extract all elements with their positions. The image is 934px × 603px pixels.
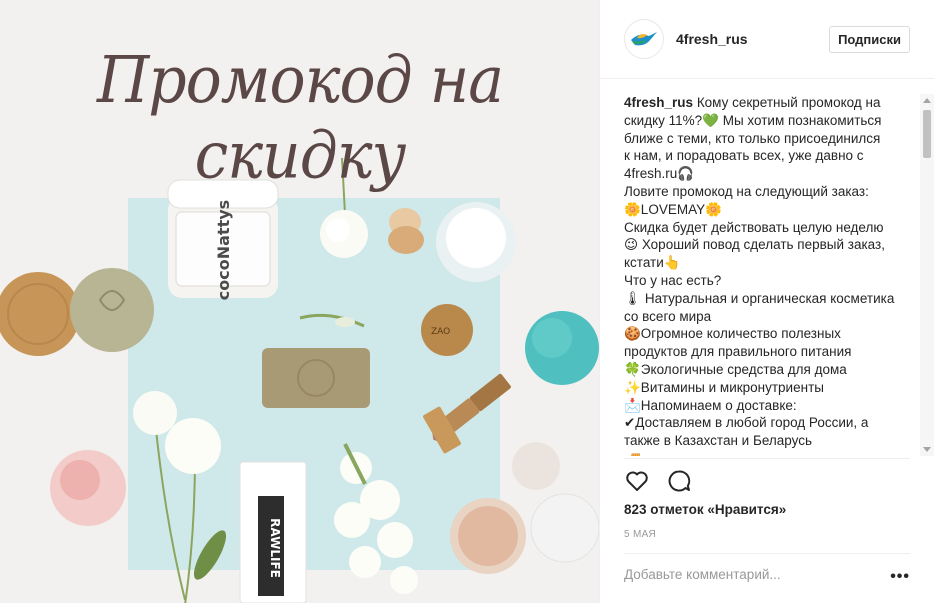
caption-line: 4fresh.ru🎧 (624, 166, 695, 182)
caption-line: ближе с теми, кто только присоединился (624, 130, 881, 146)
like-button[interactable] (624, 468, 650, 494)
divider (624, 553, 910, 554)
comment-button[interactable] (666, 468, 692, 494)
post-photo[interactable]: cocoNattys ZAO RAWLIFE Промокод на скидк… (0, 0, 599, 603)
more-options-button[interactable]: ••• (890, 568, 910, 586)
caption-line: к нам, и порадовать всех, уже давно с (624, 148, 864, 164)
caption-line: со всего мира (624, 308, 712, 324)
caption-line: 🍀Экологичные средства для дома (624, 361, 847, 377)
post-sidebar: 4fresh_rus Подписки 4fresh_rus Кому секр… (599, 0, 934, 603)
caption-line: Что у нас есть? (624, 272, 722, 288)
caption-line: Скидка будет действовать целую неделю (624, 219, 884, 235)
caption-line: 🚚 (624, 450, 904, 456)
caption-line: ✨Витамины и микронутриенты (624, 379, 824, 395)
svg-text:ZAO: ZAO (431, 327, 450, 337)
caption-line: ✔Доставляем в любой город России, а (624, 415, 869, 431)
caption-author[interactable]: 4fresh_rus (624, 95, 693, 110)
username[interactable]: 4fresh_rus (676, 31, 829, 47)
svg-text:RAWLIFE: RAWLIFE (268, 518, 282, 578)
following-button[interactable]: Подписки (829, 25, 910, 53)
scroll-up-icon[interactable] (923, 98, 931, 103)
promo-title: Промокод на скидку (96, 42, 504, 194)
caption-line: Ловите промокод на следующий заказ: (624, 183, 869, 199)
scrollbar-thumb[interactable] (923, 110, 931, 158)
caption-line: 4fresh_rus Кому секретный промокод на (624, 95, 881, 110)
post-caption: 4fresh_rus Кому секретный промокод на ск… (624, 94, 904, 456)
caption-line: 📩Напоминаем о доставке: (624, 397, 797, 413)
soap-bar (262, 348, 370, 408)
caption-line: также в Казахстан и Беларусь (624, 433, 813, 449)
caption-line: 🍪Огромное количество полезных (624, 326, 841, 342)
hummingbird-logo-icon (631, 32, 657, 46)
heart-icon (626, 471, 648, 491)
action-bar (624, 468, 692, 494)
comment-input[interactable]: Добавьте комментарий... (624, 567, 781, 582)
divider (624, 458, 910, 459)
caption-line: продуктов для правильного питания (624, 344, 852, 360)
likes-count[interactable]: 823 отметок «Нравится» (624, 502, 786, 517)
caption-line: 🌡 Натуральная и органическая косметика (624, 290, 895, 306)
instagram-post: cocoNattys ZAO RAWLIFE Промокод на скидк… (0, 0, 934, 603)
caption-line: скидку 11%?💚 Мы хотим познакомиться (624, 112, 882, 128)
avatar[interactable] (624, 19, 664, 59)
svg-text:cocoNattys: cocoNattys (214, 200, 233, 300)
caption-line: кстати👆 (624, 255, 681, 271)
caption-line: 😉 Хороший повод сделать первый заказ, (624, 237, 885, 253)
comment-icon (668, 470, 691, 492)
caption-scrollbar[interactable] (920, 94, 934, 456)
scroll-down-icon[interactable] (923, 447, 931, 452)
post-header: 4fresh_rus Подписки (600, 0, 934, 79)
caption-line: 🌼LOVEMAY🌼 (624, 201, 722, 217)
post-date[interactable]: 5 МАЯ (624, 529, 656, 540)
